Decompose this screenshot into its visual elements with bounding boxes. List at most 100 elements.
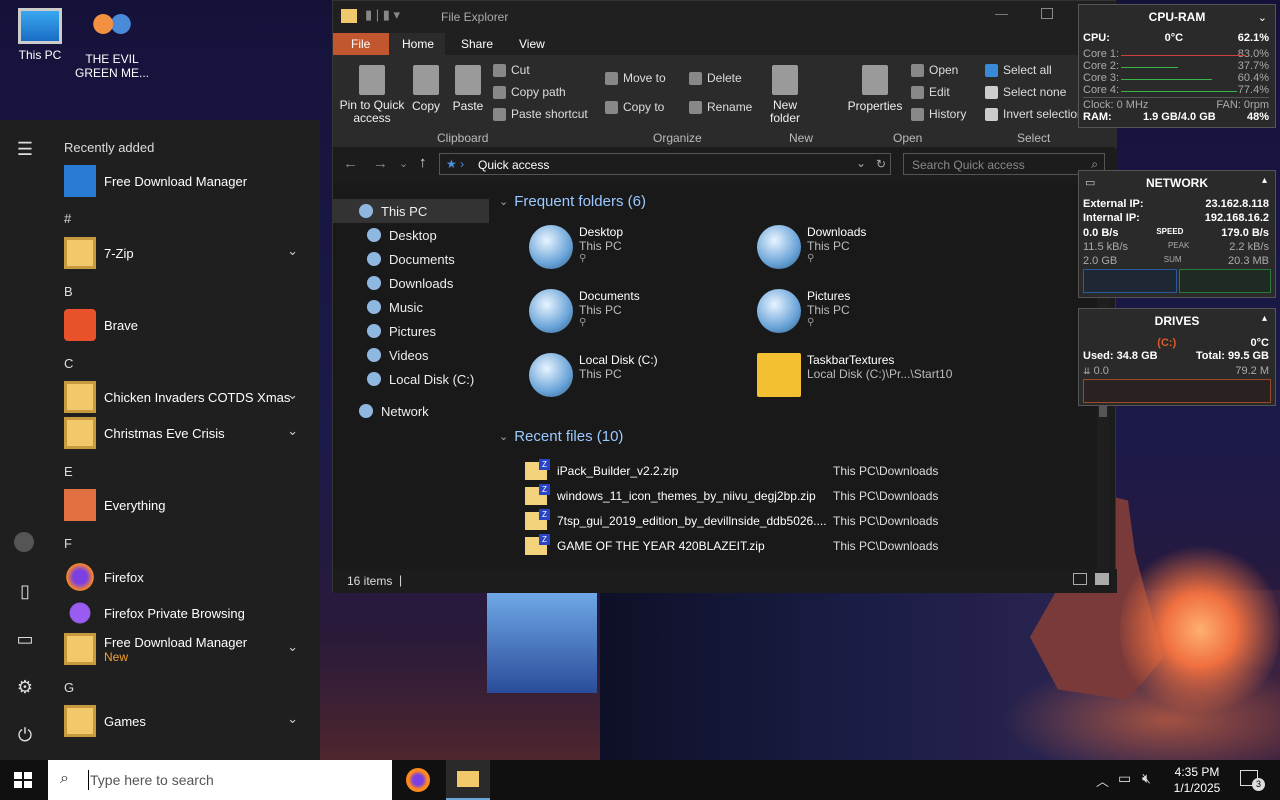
large-icons-view-icon[interactable] [1095, 573, 1109, 585]
user-avatar-icon[interactable] [14, 532, 36, 554]
notifications-icon[interactable]: 3 [1240, 770, 1265, 791]
nav-pictures[interactable]: Pictures [367, 320, 436, 342]
details-view-icon[interactable] [1073, 573, 1087, 585]
move-to-button[interactable]: Move to [605, 71, 666, 85]
address-dropdown-icon[interactable]: ⌄ [856, 156, 866, 170]
nav-local-disk[interactable]: Local Disk (C:) [367, 368, 474, 390]
start-folder-7zip[interactable]: 7-Zip ⌄ [64, 235, 314, 271]
letter-header[interactable]: B [64, 284, 73, 299]
disk-icon [367, 372, 381, 386]
brave-icon [64, 309, 96, 341]
frequent-folders-header[interactable]: ⌄ Frequent folders (6) [499, 193, 646, 210]
nav-network[interactable]: Network [359, 400, 429, 422]
download-speed: 0.0 B/s [1083, 227, 1119, 239]
edit-button[interactable]: Edit [911, 85, 950, 99]
tab-file[interactable]: File [333, 33, 389, 55]
start-folder-free-download-manager[interactable]: Free Download Manager New ⌄ [64, 631, 314, 667]
address-bar[interactable]: ★ › Quick access ⌄ ↻ [439, 153, 891, 175]
volume-muted-icon[interactable]: 🔇︎ [1142, 770, 1151, 787]
paste-button[interactable]: Paste [451, 65, 485, 113]
pictures-icon[interactable]: ▭ [14, 628, 36, 650]
letter-header[interactable]: G [64, 680, 74, 695]
taskbar-search-box[interactable]: ⌕ Type here to search [48, 760, 392, 800]
frequent-folder-pictures[interactable]: Pictures This PC ⚲ [757, 289, 977, 333]
file-explorer-taskbar-button[interactable] [446, 760, 490, 800]
chevron-up-icon[interactable]: ▴ [1262, 175, 1267, 186]
nav-videos[interactable]: Videos [367, 344, 429, 366]
clock[interactable]: 4:35 PM 1/1/2025 [1164, 764, 1230, 796]
documents-icon[interactable]: ▯ [14, 580, 36, 602]
nav-desktop[interactable]: Desktop [367, 224, 437, 246]
minimize-button[interactable]: — [995, 6, 1008, 21]
tab-view[interactable]: View [519, 33, 559, 55]
start-app-free-download-manager[interactable]: Free Download Manager [64, 163, 314, 199]
up-arrow-icon[interactable]: ↑ [419, 154, 427, 171]
recent-files-header[interactable]: ⌄ Recent files (10) [499, 428, 623, 445]
start-app-brave[interactable]: Brave [64, 307, 314, 343]
quick-access-toolbar[interactable]: ▮ | ▮ ▾ [365, 7, 400, 23]
pin-to-quick-access-button[interactable]: Pin to Quick access [339, 65, 405, 125]
letter-header[interactable]: C [64, 356, 73, 371]
tab-home[interactable]: Home [389, 33, 445, 55]
chevron-down-icon[interactable]: ⌄ [1258, 11, 1267, 24]
tile-location: This PC [807, 303, 850, 317]
paste-shortcut-button[interactable]: Paste shortcut [493, 107, 588, 121]
nav-this-pc[interactable]: This PC [359, 200, 427, 222]
cut-button[interactable]: Cut [493, 63, 530, 77]
chevron-down-icon: ⌄ [287, 243, 298, 258]
start-app-everything[interactable]: Everything [64, 487, 314, 523]
nav-music[interactable]: Music [367, 296, 423, 318]
recent-file-row[interactable]: windows_11_icon_themes_by_niivu_degj2bp.… [525, 484, 1105, 507]
chevron-up-icon[interactable]: ▴ [1262, 313, 1267, 324]
power-icon[interactable]: ⏻ [14, 724, 36, 746]
recent-file-row[interactable]: iPack_Builder_v2.2.zip This PC\Downloads [525, 459, 1105, 482]
new-folder-button[interactable]: New folder [765, 65, 805, 125]
chevron-up-icon[interactable]: ︿ [1096, 771, 1109, 790]
frequent-folder-desktop[interactable]: Desktop This PC ⚲ [529, 225, 749, 269]
desktop-icon-this-pc[interactable]: This PC [0, 8, 80, 62]
frequent-folder-downloads[interactable]: Downloads This PC ⚲ [757, 225, 977, 269]
desktop-icon-evil-green[interactable]: THE EVIL GREEN ME... [72, 8, 152, 80]
title-bar[interactable]: ▮ | ▮ ▾ File Explorer — [333, 1, 1117, 33]
frequent-folder-local-disk[interactable]: Local Disk (C:) This PC [529, 353, 749, 397]
start-folder-christmas-eve-crisis[interactable]: Christmas Eve Crisis ⌄ [64, 415, 314, 451]
properties-button[interactable]: Properties [847, 65, 903, 113]
start-folder-chicken-invaders[interactable]: Chicken Invaders COTDS Xmas ⌄ [64, 379, 314, 415]
windows-start-icon[interactable] [14, 772, 32, 788]
copy-path-button[interactable]: Copy path [493, 85, 566, 99]
history-button[interactable]: History [911, 107, 966, 121]
search-box[interactable]: Search Quick access ⌕ [903, 153, 1105, 175]
copy-to-button[interactable]: Copy to [605, 100, 664, 114]
network-tray-icon[interactable]: ▭ [1118, 770, 1131, 787]
frequent-folder-documents[interactable]: Documents This PC ⚲ [529, 289, 749, 333]
move-icon [605, 71, 618, 85]
copy-button[interactable]: Copy [411, 65, 441, 113]
delete-button[interactable]: Delete [689, 71, 742, 85]
open-button[interactable]: Open [911, 63, 958, 77]
nav-downloads[interactable]: Downloads [367, 272, 453, 294]
maximize-button[interactable] [1041, 8, 1053, 19]
frequent-folder-taskbartextures[interactable]: TaskbarTextures Local Disk (C:)\Pr...\Sta… [757, 353, 1057, 397]
start-app-firefox-private[interactable]: Firefox Private Browsing [64, 595, 314, 631]
tab-share[interactable]: Share [461, 33, 511, 55]
settings-gear-icon[interactable]: ⚙ [14, 676, 36, 698]
select-all-button[interactable]: Select all [985, 63, 1052, 77]
letter-header[interactable]: F [64, 536, 72, 551]
back-arrow-icon[interactable]: ← [343, 155, 358, 172]
invert-selection-button[interactable]: Invert selection [985, 107, 1084, 121]
hamburger-menu-icon[interactable]: ☰ [14, 138, 36, 160]
letter-header[interactable]: # [64, 211, 71, 226]
select-none-button[interactable]: Select none [985, 85, 1066, 99]
start-folder-games[interactable]: Games ⌄ [64, 703, 314, 739]
nav-documents[interactable]: Documents [367, 248, 455, 270]
firefox-taskbar-icon[interactable] [406, 768, 430, 792]
drive-letter: (C:) [1157, 337, 1177, 349]
rename-button[interactable]: Rename [689, 100, 752, 114]
refresh-icon[interactable]: ↻ [876, 157, 886, 171]
recent-locations-chevron-icon[interactable]: ⌄ [399, 157, 408, 170]
recent-file-row[interactable]: 7tsp_gui_2019_edition_by_devillnside_ddb… [525, 509, 1105, 532]
start-app-firefox[interactable]: Firefox [64, 559, 314, 595]
letter-header[interactable]: E [64, 464, 73, 479]
recent-file-row[interactable]: GAME OF THE YEAR 420BLAZEIT.zip This PC\D… [525, 534, 1105, 557]
forward-arrow-icon[interactable]: → [373, 155, 388, 172]
